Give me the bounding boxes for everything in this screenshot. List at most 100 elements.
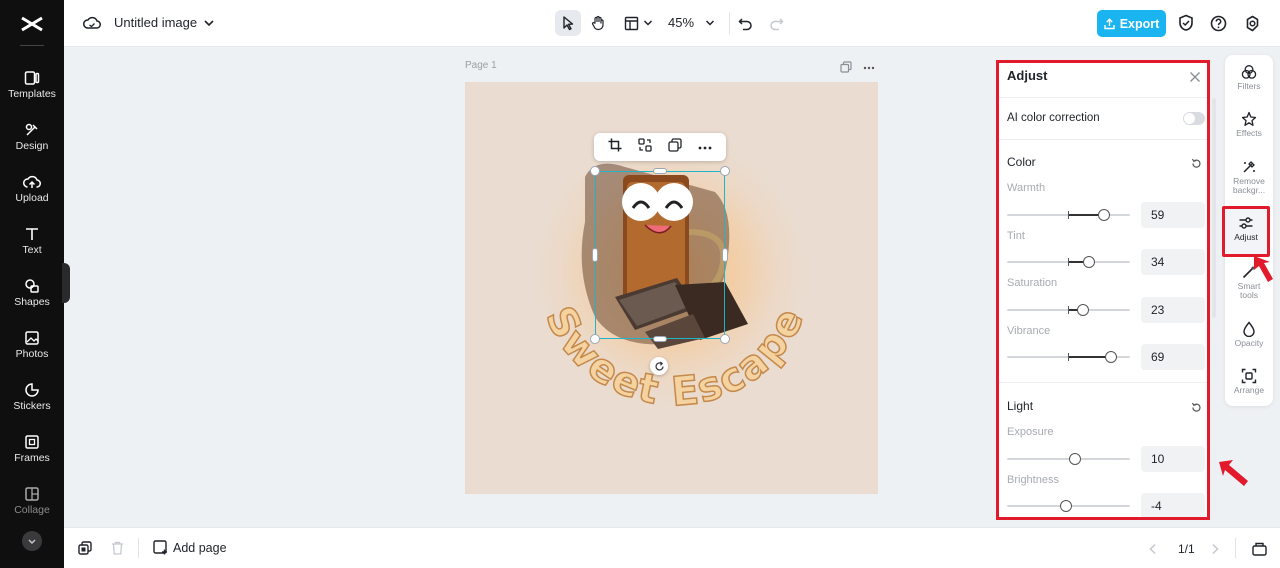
rotate-handle[interactable] [650,357,668,375]
element-more-button[interactable] [698,138,712,156]
page-manager-button[interactable] [1252,541,1267,561]
next-page-button[interactable] [1210,542,1220,560]
resize-handle[interactable] [722,248,728,262]
selection-box[interactable] [595,171,725,339]
tool-arrange[interactable]: Arrange [1225,368,1273,395]
opacity-icon [1243,321,1255,337]
sidebar-collapse-handle[interactable] [62,263,70,303]
sidebar-item-text[interactable]: Text [0,226,64,272]
hand-tool-button[interactable] [585,10,611,36]
tool-adjust[interactable]: Adjust [1222,206,1270,257]
exposure-value[interactable]: 10 [1141,446,1205,472]
tool-opacity[interactable]: Opacity [1225,321,1273,348]
sidebar-item-collage[interactable]: Collage [0,486,64,532]
cloud-save-button[interactable] [82,13,102,33]
page-more-button[interactable] [863,60,875,78]
warmth-value[interactable]: 59 [1141,202,1205,228]
gear-icon [1246,15,1258,31]
resize-handle[interactable] [590,166,600,176]
tint-slider[interactable] [1007,256,1130,268]
slider-knob[interactable] [1060,500,1073,512]
page-label: Page 1 [465,60,497,71]
delete-page-button[interactable] [111,541,124,560]
brightness-value[interactable]: -4 [1141,493,1205,517]
title-dropdown[interactable] [202,15,216,31]
saturation-value[interactable]: 23 [1141,297,1205,323]
footer-divider [138,538,139,558]
crop-button[interactable] [608,138,622,157]
tint-value[interactable]: 34 [1141,249,1205,275]
sidebar-item-upload[interactable]: Upload [0,174,64,220]
sidebar-item-frames[interactable]: Frames [0,434,64,480]
export-icon [1104,17,1115,29]
sidebar-item-shapes[interactable]: Shapes [0,278,64,324]
collage-icon [25,487,39,501]
tool-label: Effects [1236,128,1262,138]
effects-icon [1241,111,1257,126]
resize-handle[interactable] [720,166,730,176]
resize-handle[interactable] [720,334,730,344]
slider-knob[interactable] [1083,256,1096,268]
resize-handle[interactable] [653,168,667,174]
copy-icon [78,541,92,555]
adjust-icon [1239,217,1253,229]
duplicate-button[interactable] [668,137,682,157]
exposure-slider[interactable] [1007,453,1130,465]
saturation-slider[interactable] [1007,304,1130,316]
resize-handle[interactable] [653,336,667,342]
shapes-icon [25,279,39,293]
slider-knob[interactable] [1098,209,1111,221]
color-reset-button[interactable] [1191,156,1202,174]
help-button[interactable] [1208,13,1228,33]
design-icon [25,123,38,136]
layout-button[interactable] [618,10,644,36]
slider-knob[interactable] [1104,351,1117,363]
undo-button[interactable] [732,10,758,36]
warmth-slider[interactable] [1007,209,1130,221]
settings-button[interactable] [1242,13,1262,33]
sidebar-item-templates[interactable]: Templates [0,70,64,116]
redo-button[interactable] [763,10,789,36]
tool-remove-background[interactable]: Remove backgr... [1225,159,1273,195]
add-page-button[interactable]: Add page [153,540,227,555]
replace-button[interactable] [638,137,652,157]
zoom-dropdown[interactable] [704,16,716,30]
previous-page-button[interactable] [1148,542,1158,560]
filters-icon [1241,65,1257,79]
slider-knob[interactable] [1076,304,1089,316]
vibrance-label: Vibrance [1007,325,1051,337]
panel-scrollbar[interactable] [1212,98,1216,318]
slider-knob[interactable] [1068,453,1081,465]
duplicate-page-button[interactable] [78,541,92,560]
annotation-arrow [1254,256,1273,282]
select-tool-button[interactable] [555,10,581,36]
close-button[interactable] [1189,70,1201,88]
sidebar-item-label: Templates [8,88,56,100]
divider [999,97,1207,98]
security-button[interactable] [1176,13,1196,33]
layout-dropdown[interactable] [642,16,654,30]
brightness-slider[interactable] [1007,500,1130,512]
duplicate-page-button[interactable] [840,60,852,78]
light-reset-button[interactable] [1191,400,1202,418]
replace-icon [638,137,652,152]
vibrance-value[interactable]: 69 [1141,344,1205,370]
resize-handle[interactable] [590,334,600,344]
sidebar-item-stickers[interactable]: Stickers [0,382,64,428]
sidebar-item-label: Shapes [14,296,50,308]
resize-handle[interactable] [592,248,598,262]
document-title[interactable]: Untitled image [114,15,197,30]
tool-effects[interactable]: Effects [1225,111,1273,138]
sidebar-item-photos[interactable]: Photos [0,330,64,376]
export-button[interactable]: Export [1097,10,1166,37]
more-button[interactable] [22,531,42,551]
ai-color-correction-toggle[interactable] [1183,112,1205,125]
sidebar-item-design[interactable]: Design [0,122,64,168]
vibrance-slider[interactable] [1007,351,1130,363]
tool-filters[interactable]: Filters [1225,64,1273,91]
remove-background-icon [1243,161,1255,173]
tool-label: Remove backgr... [1232,176,1266,195]
tool-label: Adjust [1234,232,1258,242]
chevron-left-icon [1149,543,1156,555]
zoom-level[interactable]: 45% [668,15,694,30]
